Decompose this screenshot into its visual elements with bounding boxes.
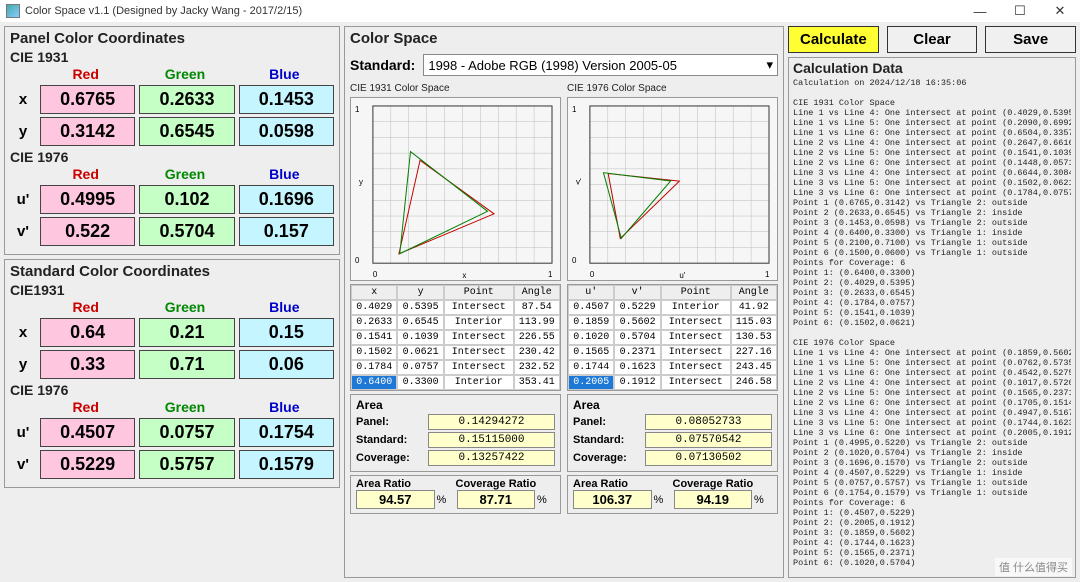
clear-button[interactable]: Clear xyxy=(887,26,978,53)
table-1976[interactable]: u'v'PointAngle 0.45070.5229Interior41.92… xyxy=(567,284,778,391)
table-row[interactable]: 0.15410.1039Intersect226.55 xyxy=(351,330,560,345)
std-1976-u-b: 0.1754 xyxy=(239,418,334,447)
panel-1931-x-g[interactable]: 0.2633 xyxy=(139,85,234,114)
calculate-button[interactable]: Calculate xyxy=(788,26,879,53)
table-row[interactable]: 0.20050.1912Intersect246.58 xyxy=(568,375,777,390)
panel-coordinates: Panel Color Coordinates CIE 1931 RedGree… xyxy=(4,26,340,255)
panel-1976-v-g[interactable]: 0.5704 xyxy=(139,217,234,246)
std-1931-x-r: 0.64 xyxy=(40,318,135,347)
calc-data-text[interactable]: Calculation on 2024/12/18 16:35:06 CIE 1… xyxy=(793,78,1071,578)
chart-1931-title: CIE 1931 Color Space xyxy=(350,83,561,94)
chevron-down-icon: ▾ xyxy=(766,57,773,73)
cov-ratio-1976: 94.19 xyxy=(674,490,753,509)
panel-1931-x-r[interactable]: 0.6765 xyxy=(40,85,135,114)
area-1976: Area Panel:0.08052733 Standard:0.0757054… xyxy=(567,394,778,472)
panel-1976-v-b[interactable]: 0.157 xyxy=(239,217,334,246)
svg-text:1: 1 xyxy=(765,270,770,279)
svg-text:1: 1 xyxy=(355,105,360,114)
svg-text:0: 0 xyxy=(373,270,378,279)
table-row[interactable]: 0.26330.6545Interior113.99 xyxy=(351,315,560,330)
std-1931-x-g: 0.21 xyxy=(139,318,234,347)
svg-text:0: 0 xyxy=(355,256,360,265)
row-y: y xyxy=(10,123,36,140)
panel-1931-y-b[interactable]: 0.0598 xyxy=(239,117,334,146)
ratio-1931: Area RatioCoverage Ratio 94.57% 87.71% xyxy=(350,475,561,514)
svg-text:u': u' xyxy=(679,271,685,280)
chart-1931: 0 1 1 0 x y xyxy=(350,97,561,281)
app-icon xyxy=(6,4,20,18)
std-1931-x-b: 0.15 xyxy=(239,318,334,347)
panel-1976-v-r[interactable]: 0.522 xyxy=(40,217,135,246)
table-row[interactable]: 0.40290.5395Intersect87.54 xyxy=(351,300,560,315)
standard-coordinates: Standard Color Coordinates CIE1931 RedGr… xyxy=(4,259,340,488)
std-1931-y-b: 0.06 xyxy=(239,350,334,379)
cie1931-label: CIE 1931 xyxy=(10,49,334,65)
standard-label: Standard: xyxy=(350,57,415,73)
panel-1976-u-g[interactable]: 0.102 xyxy=(139,185,234,214)
std-1931-y-r: 0.33 xyxy=(40,350,135,379)
table-1931[interactable]: xyPointAngle 0.40290.5395Intersect87.540… xyxy=(350,284,561,391)
save-button[interactable]: Save xyxy=(985,26,1076,53)
standard-select[interactable]: 1998 - Adobe RGB (1998) Version 2005-05 … xyxy=(423,54,778,76)
table-row[interactable]: 0.15020.0621Intersect230.42 xyxy=(351,345,560,360)
area-cov-1931: 0.13257422 xyxy=(428,450,555,466)
svg-text:1: 1 xyxy=(572,105,577,114)
std-1976-v-g: 0.5757 xyxy=(139,450,234,479)
table-row[interactable]: 0.64000.3300Interior353.41 xyxy=(351,375,560,390)
svg-text:0: 0 xyxy=(572,256,577,265)
hdr-blue: Blue xyxy=(235,66,334,82)
panel-1976-u-r[interactable]: 0.4995 xyxy=(40,185,135,214)
panel-1931-y-r[interactable]: 0.3142 xyxy=(40,117,135,146)
cie1976-label: CIE 1976 xyxy=(10,149,334,165)
chart-1976-title: CIE 1976 Color Space xyxy=(567,83,778,94)
chart-1976: 0 1 1 0 u' v' xyxy=(567,97,778,281)
table-row[interactable]: 0.17440.1623Intersect243.45 xyxy=(568,360,777,375)
minimize-button[interactable]: — xyxy=(960,0,1000,22)
std-1976-u-g: 0.0757 xyxy=(139,418,234,447)
calc-data-title: Calculation Data xyxy=(793,60,1071,76)
window-titlebar: Color Space v1.1 (Designed by Jacky Wang… xyxy=(0,0,1080,22)
maximize-button[interactable]: ☐ xyxy=(1000,0,1040,22)
std-1931-y-g: 0.71 xyxy=(139,350,234,379)
svg-text:y: y xyxy=(359,178,363,187)
panel-1931-x-b[interactable]: 0.1453 xyxy=(239,85,334,114)
area-cov-1976: 0.07130502 xyxy=(645,450,772,466)
close-button[interactable]: ✕ xyxy=(1040,0,1080,22)
window-title: Color Space v1.1 (Designed by Jacky Wang… xyxy=(25,5,302,17)
panel-1931-y-g[interactable]: 0.6545 xyxy=(139,117,234,146)
std-1976-u-r: 0.4507 xyxy=(40,418,135,447)
row-x: x xyxy=(10,91,36,108)
table-row[interactable]: 0.45070.5229Interior41.92 xyxy=(568,300,777,315)
table-row[interactable]: 0.17840.0757Intersect232.52 xyxy=(351,360,560,375)
std-1976-v-r: 0.5229 xyxy=(40,450,135,479)
watermark: 值 什么值得买 xyxy=(995,558,1072,576)
area-panel-1931: 0.14294272 xyxy=(428,414,555,430)
ratio-1976: Area RatioCoverage Ratio 106.37% 94.19% xyxy=(567,475,778,514)
table-row[interactable]: 0.18590.5602Intersect115.03 xyxy=(568,315,777,330)
hdr-red: Red xyxy=(36,66,135,82)
area-1931: Area Panel:0.14294272 Standard:0.1511500… xyxy=(350,394,561,472)
panel-coords-title: Panel Color Coordinates xyxy=(10,30,334,47)
std-1976-v-b: 0.1579 xyxy=(239,450,334,479)
hdr-green: Green xyxy=(135,66,234,82)
svg-text:v': v' xyxy=(576,178,582,187)
calculation-data-panel: Calculation Data Calculation on 2024/12/… xyxy=(788,57,1076,578)
std-coords-title: Standard Color Coordinates xyxy=(10,263,334,280)
color-space-title: Color Space xyxy=(350,30,778,47)
area-ratio-1976: 106.37 xyxy=(573,490,652,509)
svg-text:x: x xyxy=(462,271,466,280)
area-panel-1976: 0.08052733 xyxy=(645,414,772,430)
svg-text:0: 0 xyxy=(590,270,595,279)
table-row[interactable]: 0.15650.2371Intersect227.16 xyxy=(568,345,777,360)
table-row[interactable]: 0.10200.5704Intersect130.53 xyxy=(568,330,777,345)
cov-ratio-1931: 87.71 xyxy=(457,490,536,509)
svg-text:1: 1 xyxy=(548,270,553,279)
area-std-1931: 0.15115000 xyxy=(428,432,555,448)
color-space-panel: Color Space Standard: 1998 - Adobe RGB (… xyxy=(344,26,784,578)
area-ratio-1931: 94.57 xyxy=(356,490,435,509)
panel-1976-u-b[interactable]: 0.1696 xyxy=(239,185,334,214)
area-std-1976: 0.07570542 xyxy=(645,432,772,448)
